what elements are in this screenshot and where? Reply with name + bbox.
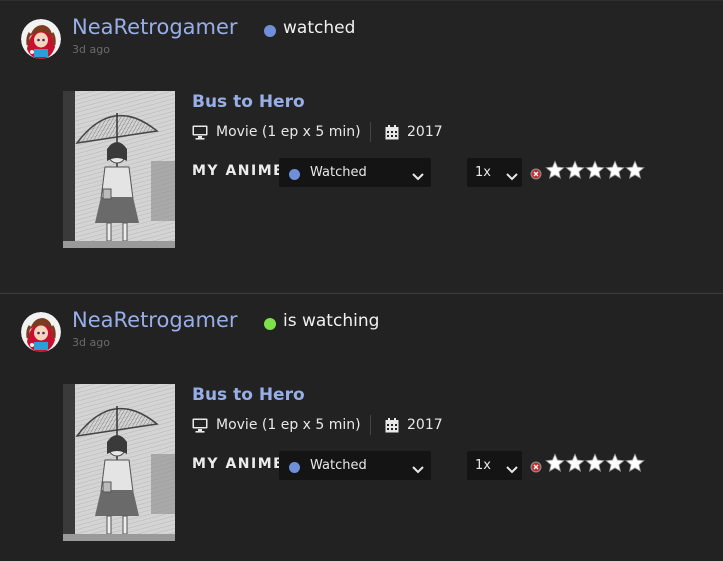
activity-status-text: is watching	[283, 311, 380, 331]
calendar-icon	[385, 418, 399, 437]
timestamp: 3d ago	[72, 336, 110, 349]
list-status-dot	[289, 462, 300, 473]
media-type: Movie (1 ep x 5 min)	[216, 124, 361, 140]
status-dot	[264, 25, 276, 37]
media-type: Movie (1 ep x 5 min)	[216, 417, 361, 433]
meta-divider	[370, 122, 371, 142]
chevron-down-icon	[412, 460, 424, 479]
avatar[interactable]	[21, 19, 61, 59]
my-anime-label: MY ANIME:	[192, 163, 292, 179]
anime-cover-image[interactable]	[63, 91, 175, 248]
rewatch-count-value: 1x	[475, 165, 491, 180]
status-dot	[264, 318, 276, 330]
star-icon[interactable]	[585, 160, 605, 180]
star-icon[interactable]	[565, 160, 585, 180]
activity-card: NeaRetrogamer watched 3d ago Bus to Hero…	[0, 0, 723, 291]
rating-stars	[545, 453, 647, 473]
rewatch-count-select[interactable]: 1x	[467, 451, 522, 480]
star-icon[interactable]	[545, 453, 565, 473]
list-status-value: Watched	[310, 458, 367, 473]
star-icon[interactable]	[565, 453, 585, 473]
timestamp: 3d ago	[72, 43, 110, 56]
rating-stars	[545, 160, 647, 180]
list-status-select[interactable]: Watched	[279, 158, 431, 187]
username-link[interactable]: NeaRetrogamer	[72, 308, 238, 332]
activity-card: NeaRetrogamer is watching 3d ago Bus to …	[0, 293, 723, 561]
activity-feed: NeaRetrogamer watched 3d ago Bus to Hero…	[0, 0, 723, 561]
chevron-down-icon	[506, 460, 518, 479]
star-icon[interactable]	[585, 453, 605, 473]
star-icon[interactable]	[625, 453, 645, 473]
chevron-down-icon	[506, 167, 518, 186]
anime-cover-image[interactable]	[63, 384, 175, 541]
meta-divider	[370, 415, 371, 435]
activity-status-text: watched	[283, 18, 356, 38]
list-status-dot	[289, 169, 300, 180]
rewatch-count-select[interactable]: 1x	[467, 158, 522, 187]
release-year: 2017	[407, 124, 443, 140]
clear-rating-icon[interactable]	[530, 458, 542, 473]
anime-title-link[interactable]: Bus to Hero	[192, 92, 305, 112]
list-status-value: Watched	[310, 165, 367, 180]
star-icon[interactable]	[605, 160, 625, 180]
my-anime-label: MY ANIME:	[192, 456, 292, 472]
monitor-icon	[192, 418, 208, 437]
star-icon[interactable]	[605, 453, 625, 473]
rewatch-count-value: 1x	[475, 458, 491, 473]
list-status-select[interactable]: Watched	[279, 451, 431, 480]
chevron-down-icon	[412, 167, 424, 186]
anime-title-link[interactable]: Bus to Hero	[192, 385, 305, 405]
star-icon[interactable]	[625, 160, 645, 180]
monitor-icon	[192, 125, 208, 144]
clear-rating-icon[interactable]	[530, 165, 542, 180]
username-link[interactable]: NeaRetrogamer	[72, 15, 238, 39]
avatar[interactable]	[21, 312, 61, 352]
release-year: 2017	[407, 417, 443, 433]
star-icon[interactable]	[545, 160, 565, 180]
calendar-icon	[385, 125, 399, 144]
